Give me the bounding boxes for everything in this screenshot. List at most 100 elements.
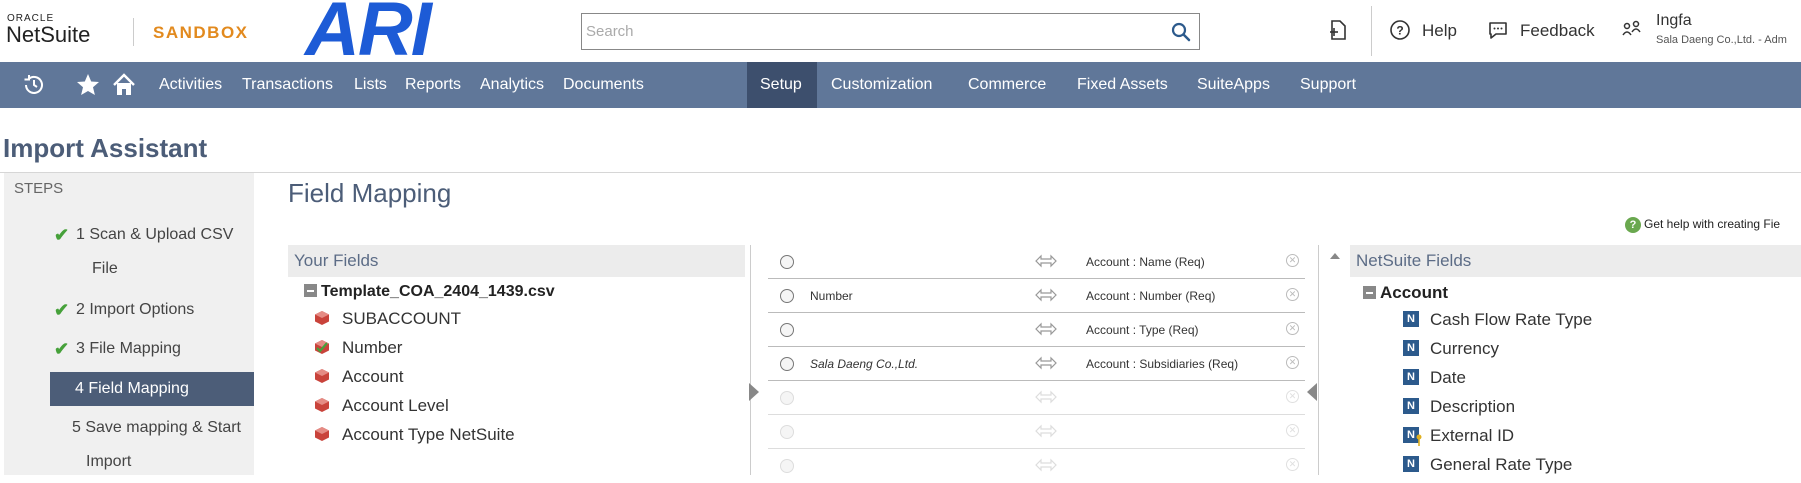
collapse-left-icon[interactable] xyxy=(749,383,759,401)
mapping-row[interactable]: Account : Type (Req) ✕ xyxy=(768,313,1305,347)
nav-transactions[interactable]: Transactions xyxy=(229,62,346,108)
shortcuts-star-icon[interactable] xyxy=(75,72,101,98)
remove-mapping-icon[interactable]: ✕ xyxy=(1286,254,1299,267)
help-link[interactable]: Help xyxy=(1422,21,1457,41)
remove-mapping-icon[interactable]: ✕ xyxy=(1286,424,1299,437)
edit-mapping-icon[interactable] xyxy=(780,357,794,371)
field-cube-icon xyxy=(315,369,329,383)
check-icon: ✔ xyxy=(54,339,70,359)
section-title: Field Mapping xyxy=(288,178,452,208)
search-icon[interactable] xyxy=(1171,22,1191,42)
check-icon: ✔ xyxy=(54,300,70,320)
netsuite-field-item[interactable]: N Cash Flow Rate Type xyxy=(1403,310,1592,330)
recent-records-icon[interactable] xyxy=(21,72,47,98)
step-2[interactable]: ✔ 2 Import Options xyxy=(54,293,195,327)
remove-mapping-icon[interactable]: ✕ xyxy=(1286,322,1299,335)
nav-fixed-assets[interactable]: Fixed Assets xyxy=(1064,62,1181,108)
role-switch-icon[interactable] xyxy=(1620,18,1644,42)
nav-reports[interactable]: Reports xyxy=(392,62,474,108)
step-2-label: 2 Import Options xyxy=(76,301,195,318)
netsuite-logo[interactable]: NetSuite xyxy=(6,22,90,48)
help-icon[interactable]: ? xyxy=(1388,18,1412,42)
panel-divider-right xyxy=(1318,245,1319,475)
field-mapping-panel: Account : Name (Req) ✕ Number Account : … xyxy=(749,245,1340,475)
mapped-field-icon xyxy=(315,340,329,354)
help-creating-link[interactable]: Get help with creating Fie xyxy=(1644,217,1780,231)
edit-mapping-icon[interactable] xyxy=(780,255,794,269)
edit-mapping-icon[interactable] xyxy=(780,289,794,303)
collapse-right-icon[interactable] xyxy=(1307,383,1317,401)
nav-documents[interactable]: Documents xyxy=(550,62,657,108)
netsuite-field-label: Date xyxy=(1430,368,1466,387)
nav-activities[interactable]: Activities xyxy=(146,62,235,108)
your-field-item[interactable]: SUBACCOUNT xyxy=(315,309,461,329)
nav-support[interactable]: Support xyxy=(1287,62,1369,108)
step-1[interactable]: ✔ 1 Scan & Upload CSV xyxy=(54,218,233,252)
edit-mapping-icon[interactable] xyxy=(780,323,794,337)
step-3[interactable]: ✔ 3 File Mapping xyxy=(54,332,181,366)
netsuite-field-item[interactable]: N Currency xyxy=(1403,339,1499,359)
netsuite-field-item[interactable]: N External ID xyxy=(1403,426,1514,446)
nav-customization[interactable]: Customization xyxy=(818,62,945,108)
edit-mapping-icon[interactable] xyxy=(780,425,794,439)
mapping-row[interactable]: Sala Daeng Co.,Ltd. Account : Subsidiari… xyxy=(768,347,1305,381)
csv-file-node[interactable]: Template_COA_2404_1439.csv xyxy=(304,283,555,301)
nav-analytics[interactable]: Analytics xyxy=(467,62,557,108)
your-field-item[interactable]: Account Level xyxy=(315,396,449,416)
mapping-source-default: Sala Daeng Co.,Ltd. xyxy=(810,357,919,371)
collapse-icon[interactable] xyxy=(1363,286,1376,299)
remove-mapping-icon[interactable]: ✕ xyxy=(1286,458,1299,471)
step-4-active[interactable]: 4 Field Mapping xyxy=(50,372,254,406)
global-search[interactable] xyxy=(581,13,1200,50)
bidirectional-arrow-icon xyxy=(1035,288,1057,302)
step-5[interactable]: 5 Save mapping & Start xyxy=(72,411,241,445)
edit-mapping-icon[interactable] xyxy=(780,459,794,473)
field-cube-icon xyxy=(315,398,329,412)
step-1-continued[interactable]: File xyxy=(92,252,118,286)
mapping-row-empty[interactable]: ✕ xyxy=(768,415,1305,449)
main-nav: Activities Transactions Lists Reports An… xyxy=(0,62,1801,108)
mapping-row-empty[interactable]: ✕ xyxy=(768,449,1305,483)
user-name[interactable]: Ingfa xyxy=(1656,12,1692,30)
mapping-row[interactable]: Number Account : Number (Req) ✕ xyxy=(768,279,1305,313)
netsuite-field-item[interactable]: N Date xyxy=(1403,368,1466,388)
remove-mapping-icon[interactable]: ✕ xyxy=(1286,288,1299,301)
page-title: Import Assistant xyxy=(3,133,208,163)
collapse-icon[interactable] xyxy=(304,284,317,297)
remove-mapping-icon[interactable]: ✕ xyxy=(1286,390,1299,403)
search-input[interactable] xyxy=(582,14,1142,49)
bidirectional-arrow-icon xyxy=(1035,322,1057,336)
scroll-up-icon[interactable] xyxy=(1330,253,1340,259)
create-new-icon[interactable] xyxy=(1326,18,1350,42)
user-company[interactable]: Sala Daeng Co.,Ltd. - Adm xyxy=(1656,34,1787,46)
title-divider xyxy=(0,172,1801,173)
company-logo: ARI xyxy=(305,0,432,72)
nav-suiteapps[interactable]: SuiteApps xyxy=(1184,62,1283,108)
feedback-link[interactable]: Feedback xyxy=(1520,21,1595,41)
your-field-item[interactable]: Number xyxy=(315,338,403,358)
logo-divider xyxy=(133,18,134,46)
your-field-label: Number xyxy=(342,338,403,357)
home-icon[interactable] xyxy=(111,72,137,98)
mapping-target: Account : Number (Req) xyxy=(1086,289,1216,303)
mapping-row[interactable]: Account : Name (Req) ✕ xyxy=(768,245,1305,279)
help-circle-icon[interactable]: ? xyxy=(1625,217,1641,233)
netsuite-field-item[interactable]: N Description xyxy=(1403,397,1515,417)
your-field-item[interactable]: Account xyxy=(315,367,403,387)
field-cube-icon xyxy=(315,427,329,441)
nav-commerce[interactable]: Commerce xyxy=(955,62,1059,108)
netsuite-fields-panel: NetSuite Fields Account N Cash Flow Rate… xyxy=(1350,245,1801,475)
step-5-label: 5 Save mapping & Start xyxy=(72,419,241,436)
edit-mapping-icon[interactable] xyxy=(780,391,794,405)
feedback-icon[interactable] xyxy=(1486,18,1510,42)
remove-mapping-icon[interactable]: ✕ xyxy=(1286,356,1299,369)
netsuite-field-item[interactable]: N General Rate Type xyxy=(1403,455,1572,475)
mapping-target: Account : Subsidiaries (Req) xyxy=(1086,357,1239,371)
mapping-row-empty[interactable]: ✕ xyxy=(768,381,1305,415)
bidirectional-arrow-icon xyxy=(1035,390,1057,404)
record-node[interactable]: Account xyxy=(1363,283,1448,303)
nav-setup[interactable]: Setup xyxy=(747,62,817,108)
steps-heading: STEPS xyxy=(14,180,64,197)
step-5-continued[interactable]: Import xyxy=(86,445,131,479)
your-field-item[interactable]: Account Type NetSuite xyxy=(315,425,515,445)
